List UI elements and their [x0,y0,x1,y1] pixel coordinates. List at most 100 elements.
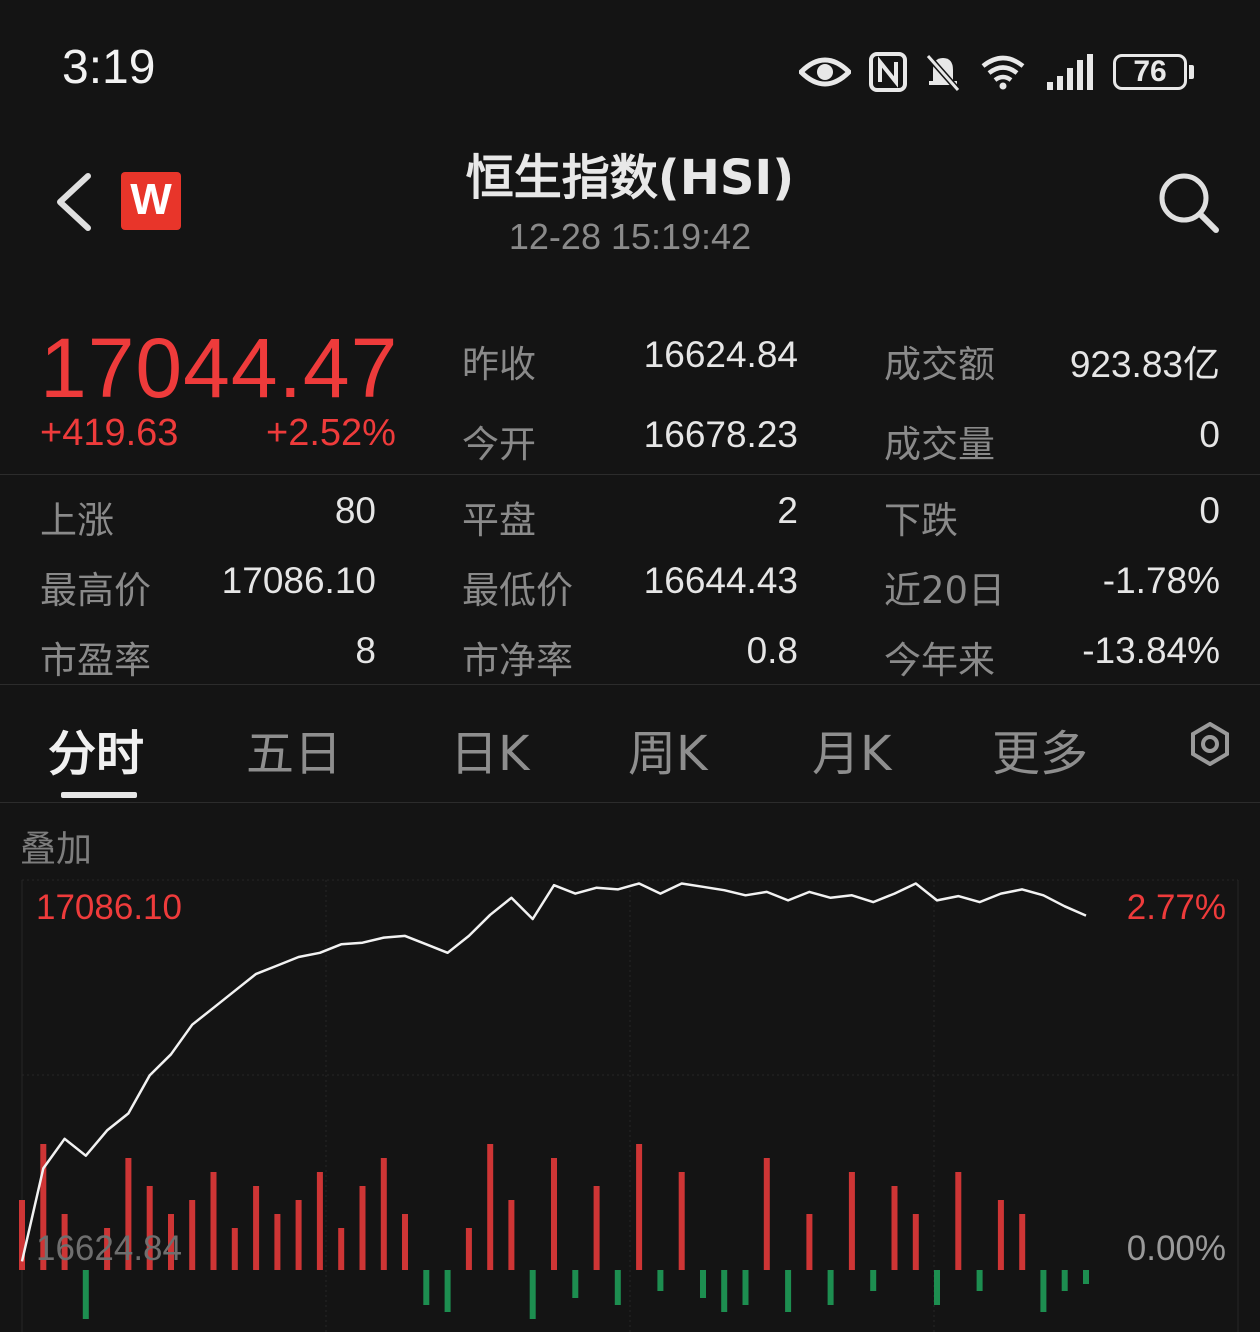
tab-intraday[interactable]: 分时 [48,714,144,784]
volume-bar-up [636,1144,643,1270]
chart-high-label: 17086.10 [36,888,182,927]
nfc-icon [869,52,907,92]
volume-bar-up [487,1144,494,1270]
chart-base-pct-label: 0.00% [1126,1229,1226,1268]
volume-bar-down [1040,1270,1047,1312]
turnover-label: 成交额 [884,343,995,386]
up-count-value: 80 [334,490,376,531]
volume-bar-up [678,1172,685,1270]
volume-bar-down [870,1270,877,1291]
bell-muted-icon [925,54,961,92]
tab-daily-k[interactable]: 日K [450,714,529,784]
eye-icon [799,57,851,87]
wifi-icon [981,55,1025,90]
volume-bar-down [1061,1270,1068,1291]
pe-label: 市盈率 [40,639,151,682]
tab-active-indicator [61,792,137,798]
chart-high-pct-label: 2.77% [1126,888,1226,927]
search-icon[interactable] [1156,170,1220,234]
volume-bar-down [657,1270,664,1291]
volume-bar-down [614,1270,621,1305]
ytd-label: 今年来 [884,639,995,682]
volume-bar-down [82,1270,89,1319]
volume-bar-down [721,1270,728,1312]
volume-bar-down [444,1270,451,1312]
d20-label: 近20日 [884,569,1006,612]
volume-bar-up [508,1200,515,1270]
volume-bar-down [700,1270,706,1298]
volume-bar-up [402,1214,408,1270]
price-change-percent: +2.52% [266,412,396,454]
down-count-value: 0 [1199,490,1220,531]
volume-bar-down [742,1270,749,1305]
open-value: 16678.23 [643,414,798,455]
divider [0,802,1260,803]
chart-base-label: 16624.84 [36,1229,182,1268]
high-label: 最高价 [40,569,151,612]
turnover-value: 923.83亿 [1069,344,1220,385]
volume-bar-up [359,1186,366,1270]
volume-bar-down [572,1270,579,1298]
divider [0,684,1260,685]
open-label: 今开 [462,423,536,466]
prev-close-label: 昨收 [462,343,536,386]
battery-icon: 76 [1113,54,1194,90]
volume-bar-down [423,1270,430,1305]
volume-bar-up [848,1172,855,1270]
pe-value: 8 [355,630,376,671]
tab-monthly-k[interactable]: 月K [812,714,891,784]
d20-value: -1.78% [1102,560,1220,601]
tab-more[interactable]: 更多 [992,714,1088,784]
signal-icon [1047,54,1093,90]
up-count-label: 上涨 [40,499,114,542]
volume-bar-up [316,1172,323,1270]
down-count-label: 下跌 [884,499,958,542]
volume-bar-up [338,1228,345,1270]
page-title: 恒生指数(HSI) [465,150,795,206]
pb-value: 0.8 [746,630,798,671]
volume-bar-up [274,1214,281,1270]
low-label: 最低价 [462,569,573,612]
volume-bar-up [295,1200,302,1270]
tab-five-day[interactable]: 五日 [246,714,342,784]
volume-bar-down [976,1270,983,1291]
volume-bar-up [253,1186,260,1270]
volume-bar-down [1083,1270,1089,1284]
volume-bar-up [210,1172,217,1270]
status-time: 3:19 [62,41,156,94]
volume-bar-up [593,1186,600,1270]
volume-label: 成交量 [884,423,995,466]
volume-bar-up [380,1158,387,1270]
volume-bar-up [912,1214,919,1270]
volume-bar-up [465,1228,472,1270]
quote-timestamp: 12-28 15:19:42 [508,216,752,257]
current-price: 17044.47 [40,321,399,415]
status-icons: 76 [799,48,1194,96]
volume-bar-up [1019,1214,1026,1270]
divider [0,474,1260,475]
volume-bar-up [551,1158,557,1270]
settings-gear-icon[interactable] [1188,722,1232,766]
flat-count-label: 平盘 [462,499,536,542]
volume-value: 0 [1199,414,1220,455]
pb-label: 市净率 [462,639,573,682]
volume-bar-up [891,1186,898,1270]
battery-level: 76 [1113,54,1187,90]
high-value: 17086.10 [221,560,376,601]
ytd-value: -13.84% [1082,630,1220,671]
volume-bar-down [785,1270,792,1312]
volume-bar-up [231,1228,238,1270]
tab-weekly-k[interactable]: 周K [628,714,707,784]
overlay-button[interactable]: 叠加 [20,820,92,872]
flat-count-value: 2 [777,490,798,531]
volume-bar-up [955,1172,962,1270]
volume-bar-up [763,1158,770,1270]
prev-close-value: 16624.84 [643,334,798,375]
volume-bar-up [997,1200,1004,1270]
intraday-chart [19,879,1239,1332]
price-change: +419.63 [40,412,179,454]
low-value: 16644.43 [643,560,798,601]
volume-bar-up [806,1214,813,1270]
volume-bar-down [529,1270,536,1319]
volume-bar-down [934,1270,940,1305]
